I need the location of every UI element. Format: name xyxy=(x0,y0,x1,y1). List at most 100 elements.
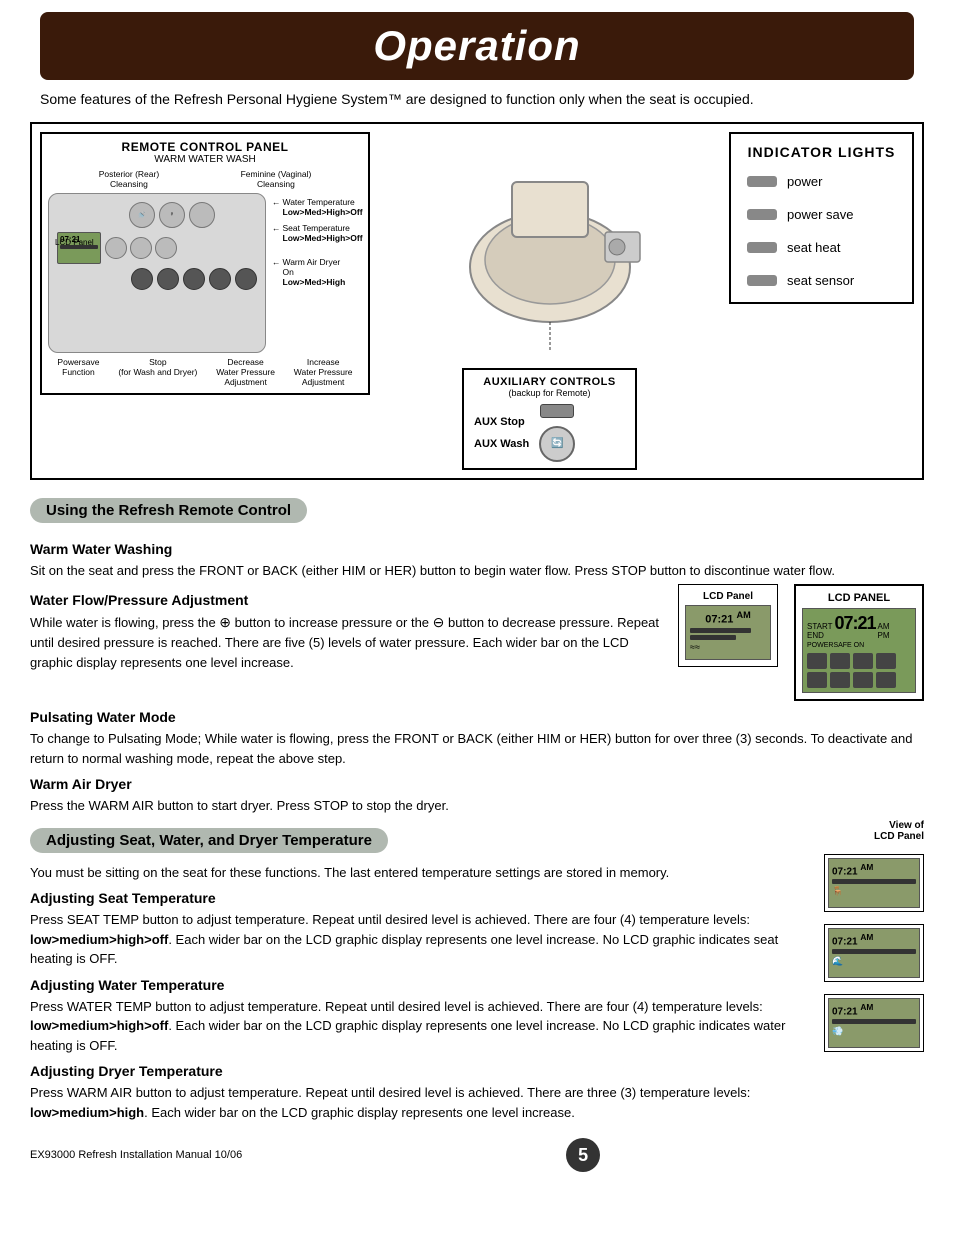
seat-temp-bar xyxy=(832,879,916,884)
dryer-temp-title: Adjusting Dryer Temperature xyxy=(30,1063,804,1079)
warm-air-label: ← Warm Air DryerOnLow>Med>High xyxy=(272,257,362,287)
side-labels: ← Water TemperatureLow>Med>High>Off ← Se… xyxy=(272,193,362,353)
lcd-panel-small-label: LCD Panel xyxy=(685,591,771,602)
indicator-lights-title: INDICATOR LIGHTS xyxy=(747,144,896,160)
increase-label: IncreaseWater PressureAdjustment xyxy=(294,357,353,387)
lcd-icon-2 xyxy=(830,653,850,669)
page-title: Operation xyxy=(80,22,874,70)
water-temp-body: Press WATER TEMP button to adjust temper… xyxy=(30,997,804,1056)
dryer-temp-lcd: 07:21 AM 💨 xyxy=(828,998,920,1048)
buttons-row-3 xyxy=(57,268,257,290)
indicator-led-power xyxy=(747,176,777,187)
temperature-intro: You must be sitting on the seat for thes… xyxy=(30,863,924,883)
indicator-row-seatsensor: seat sensor xyxy=(747,273,896,288)
remote-panel-inner: LCD Panel 🚿 ♀ 07:21 xyxy=(48,193,362,353)
btn-4[interactable] xyxy=(105,237,127,259)
seat-temp-bold: low>medium>high>off xyxy=(30,932,168,947)
indicator-label-power: power xyxy=(787,174,822,189)
remote-control-header: Using the Refresh Remote Control xyxy=(30,498,307,523)
btn-11[interactable] xyxy=(235,268,257,290)
pulsating-text: To change to Pulsating Mode; While water… xyxy=(30,729,924,768)
content-area: Using the Refresh Remote Control Warm Wa… xyxy=(30,490,924,1123)
intro-text: Some features of the Refresh Personal Hy… xyxy=(40,90,914,110)
auxiliary-subtitle: (backup for Remote) xyxy=(474,388,625,398)
dryer-temp-icon: 💨 xyxy=(832,1026,916,1037)
temperature-text-col: Adjusting Seat Temperature Press SEAT TE… xyxy=(30,890,804,1122)
view-of-label: View ofLCD Panel xyxy=(874,820,924,842)
seat-temp-lcd-time: 07:21 AM xyxy=(832,862,916,877)
indicator-row-powersave: power save xyxy=(747,207,896,222)
indicator-label-seatheat: seat heat xyxy=(787,240,841,255)
lcd-wave-icon: ≈≈ xyxy=(690,642,766,652)
btn-8[interactable] xyxy=(157,268,179,290)
btn-10[interactable] xyxy=(209,268,231,290)
lcd-am-pm: AMPM xyxy=(878,622,890,640)
seat-temp-icon: 🪑 xyxy=(832,886,916,897)
auxiliary-title: AUXILIARY CONTROLS xyxy=(474,376,625,388)
posterior-label: Posterior (Rear)Cleansing xyxy=(99,169,159,189)
row-2-buttons xyxy=(105,237,177,259)
seat-temp-arrow: ← xyxy=(272,223,281,233)
lcd-icons xyxy=(807,653,911,669)
warm-water-text: Sit on the seat and press the FRONT or B… xyxy=(30,561,924,581)
lcd-icon-7 xyxy=(853,672,873,688)
warm-air-text: Warm Air DryerOnLow>Med>High xyxy=(283,257,346,287)
aux-labels: AUX Stop AUX Wash xyxy=(474,416,529,450)
lcd-icon-4 xyxy=(876,653,896,669)
btn-7[interactable] xyxy=(131,268,153,290)
auxiliary-box: AUXILIARY CONTROLS (backup for Remote) A… xyxy=(462,368,637,470)
water-temp-label: ← Water TemperatureLow>Med>High>Off xyxy=(272,197,362,217)
seat-temp-label: ← Seat TemperatureLow>Med>High>Off xyxy=(272,223,362,243)
indicator-led-seatheat xyxy=(747,242,777,253)
end-label: END xyxy=(807,631,832,640)
lcd-big-screen: START END 07:21 AMPM POWERSAFE ON xyxy=(802,608,916,693)
water-temp-bar xyxy=(832,949,916,954)
water-temp-text: Water TemperatureLow>Med>High>Off xyxy=(283,197,363,217)
powersave-label: PowersaveFunction xyxy=(57,357,99,387)
dryer-temp-bold: low>medium>high xyxy=(30,1105,144,1120)
warm-water-title: Warm Water Washing xyxy=(30,541,924,557)
lcd-big-header: START END 07:21 AMPM xyxy=(807,613,911,640)
seat-temp-text: Seat TemperatureLow>Med>High>Off xyxy=(283,223,363,243)
lcd-panel-big-title: LCD PANEL xyxy=(802,592,916,604)
water-temp-lcd-box: 07:21 AM 🌊 xyxy=(824,924,924,982)
aux-stop-btn[interactable] xyxy=(540,404,574,418)
btn-5[interactable] xyxy=(130,237,152,259)
decrease-label: DecreaseWater PressureAdjustment xyxy=(216,357,275,387)
water-flow-body: While water is flowing, press the ⊕ butt… xyxy=(30,612,662,672)
indicator-label-powersave: power save xyxy=(787,207,853,222)
btn-3[interactable] xyxy=(189,202,215,228)
page-header: Operation xyxy=(40,12,914,80)
diagram-outer: REMOTE CONTROL PANEL WARM WATER WASH Pos… xyxy=(40,132,914,470)
aux-wash-btn[interactable]: 🔄 xyxy=(539,426,575,462)
seat-temp-lcd-box: 07:21 AM 🪑 xyxy=(824,854,924,912)
feminine-label: Feminine (Vaginal)Cleansing xyxy=(241,169,312,189)
remote-control-section: Using the Refresh Remote Control Warm Wa… xyxy=(30,490,924,816)
indicator-row-seatheat: seat heat xyxy=(747,240,896,255)
stop-label: Stop(for Wash and Dryer) xyxy=(118,357,197,387)
aux-wash-label: AUX Wash xyxy=(474,438,529,450)
lcd-panel-small: LCD Panel 07:21 AM ≈≈ xyxy=(678,584,778,667)
plus-icon: ⊕ xyxy=(219,614,231,630)
remote-panel-box: REMOTE CONTROL PANEL WARM WATER WASH Pos… xyxy=(40,132,370,395)
dryer-temp-lcd-box: 07:21 AM 💨 xyxy=(824,994,924,1052)
lcd-bar-1 xyxy=(690,628,751,633)
lcd-small-screen: 07:21 AM ≈≈ xyxy=(685,605,771,660)
water-temp-arrow: ← xyxy=(272,197,281,207)
toilet-svg xyxy=(450,172,650,362)
temperature-section: Adjusting Seat, Water, and Dryer Tempera… xyxy=(30,820,924,1123)
remote-panel-subtitle: WARM WATER WASH xyxy=(48,154,362,165)
diagram-section: REMOTE CONTROL PANEL WARM WATER WASH Pos… xyxy=(30,122,924,480)
remote-diagram: LCD Panel 🚿 ♀ 07:21 xyxy=(48,193,266,353)
btn-1[interactable]: 🚿 xyxy=(129,202,155,228)
warm-air-text: Press the WARM AIR button to start dryer… xyxy=(30,796,924,816)
btn-6[interactable] xyxy=(155,237,177,259)
btn-9[interactable] xyxy=(183,268,205,290)
indicator-led-seatsensor xyxy=(747,275,777,286)
lcd-icon-1 xyxy=(807,653,827,669)
temperature-header: Adjusting Seat, Water, and Dryer Tempera… xyxy=(30,828,388,853)
seat-temp-body: Press SEAT TEMP button to adjust tempera… xyxy=(30,910,804,969)
page-number: 5 xyxy=(566,1138,600,1172)
btn-2[interactable]: ♀ xyxy=(159,202,185,228)
water-temp-title-2: Adjusting Water Temperature xyxy=(30,977,804,993)
